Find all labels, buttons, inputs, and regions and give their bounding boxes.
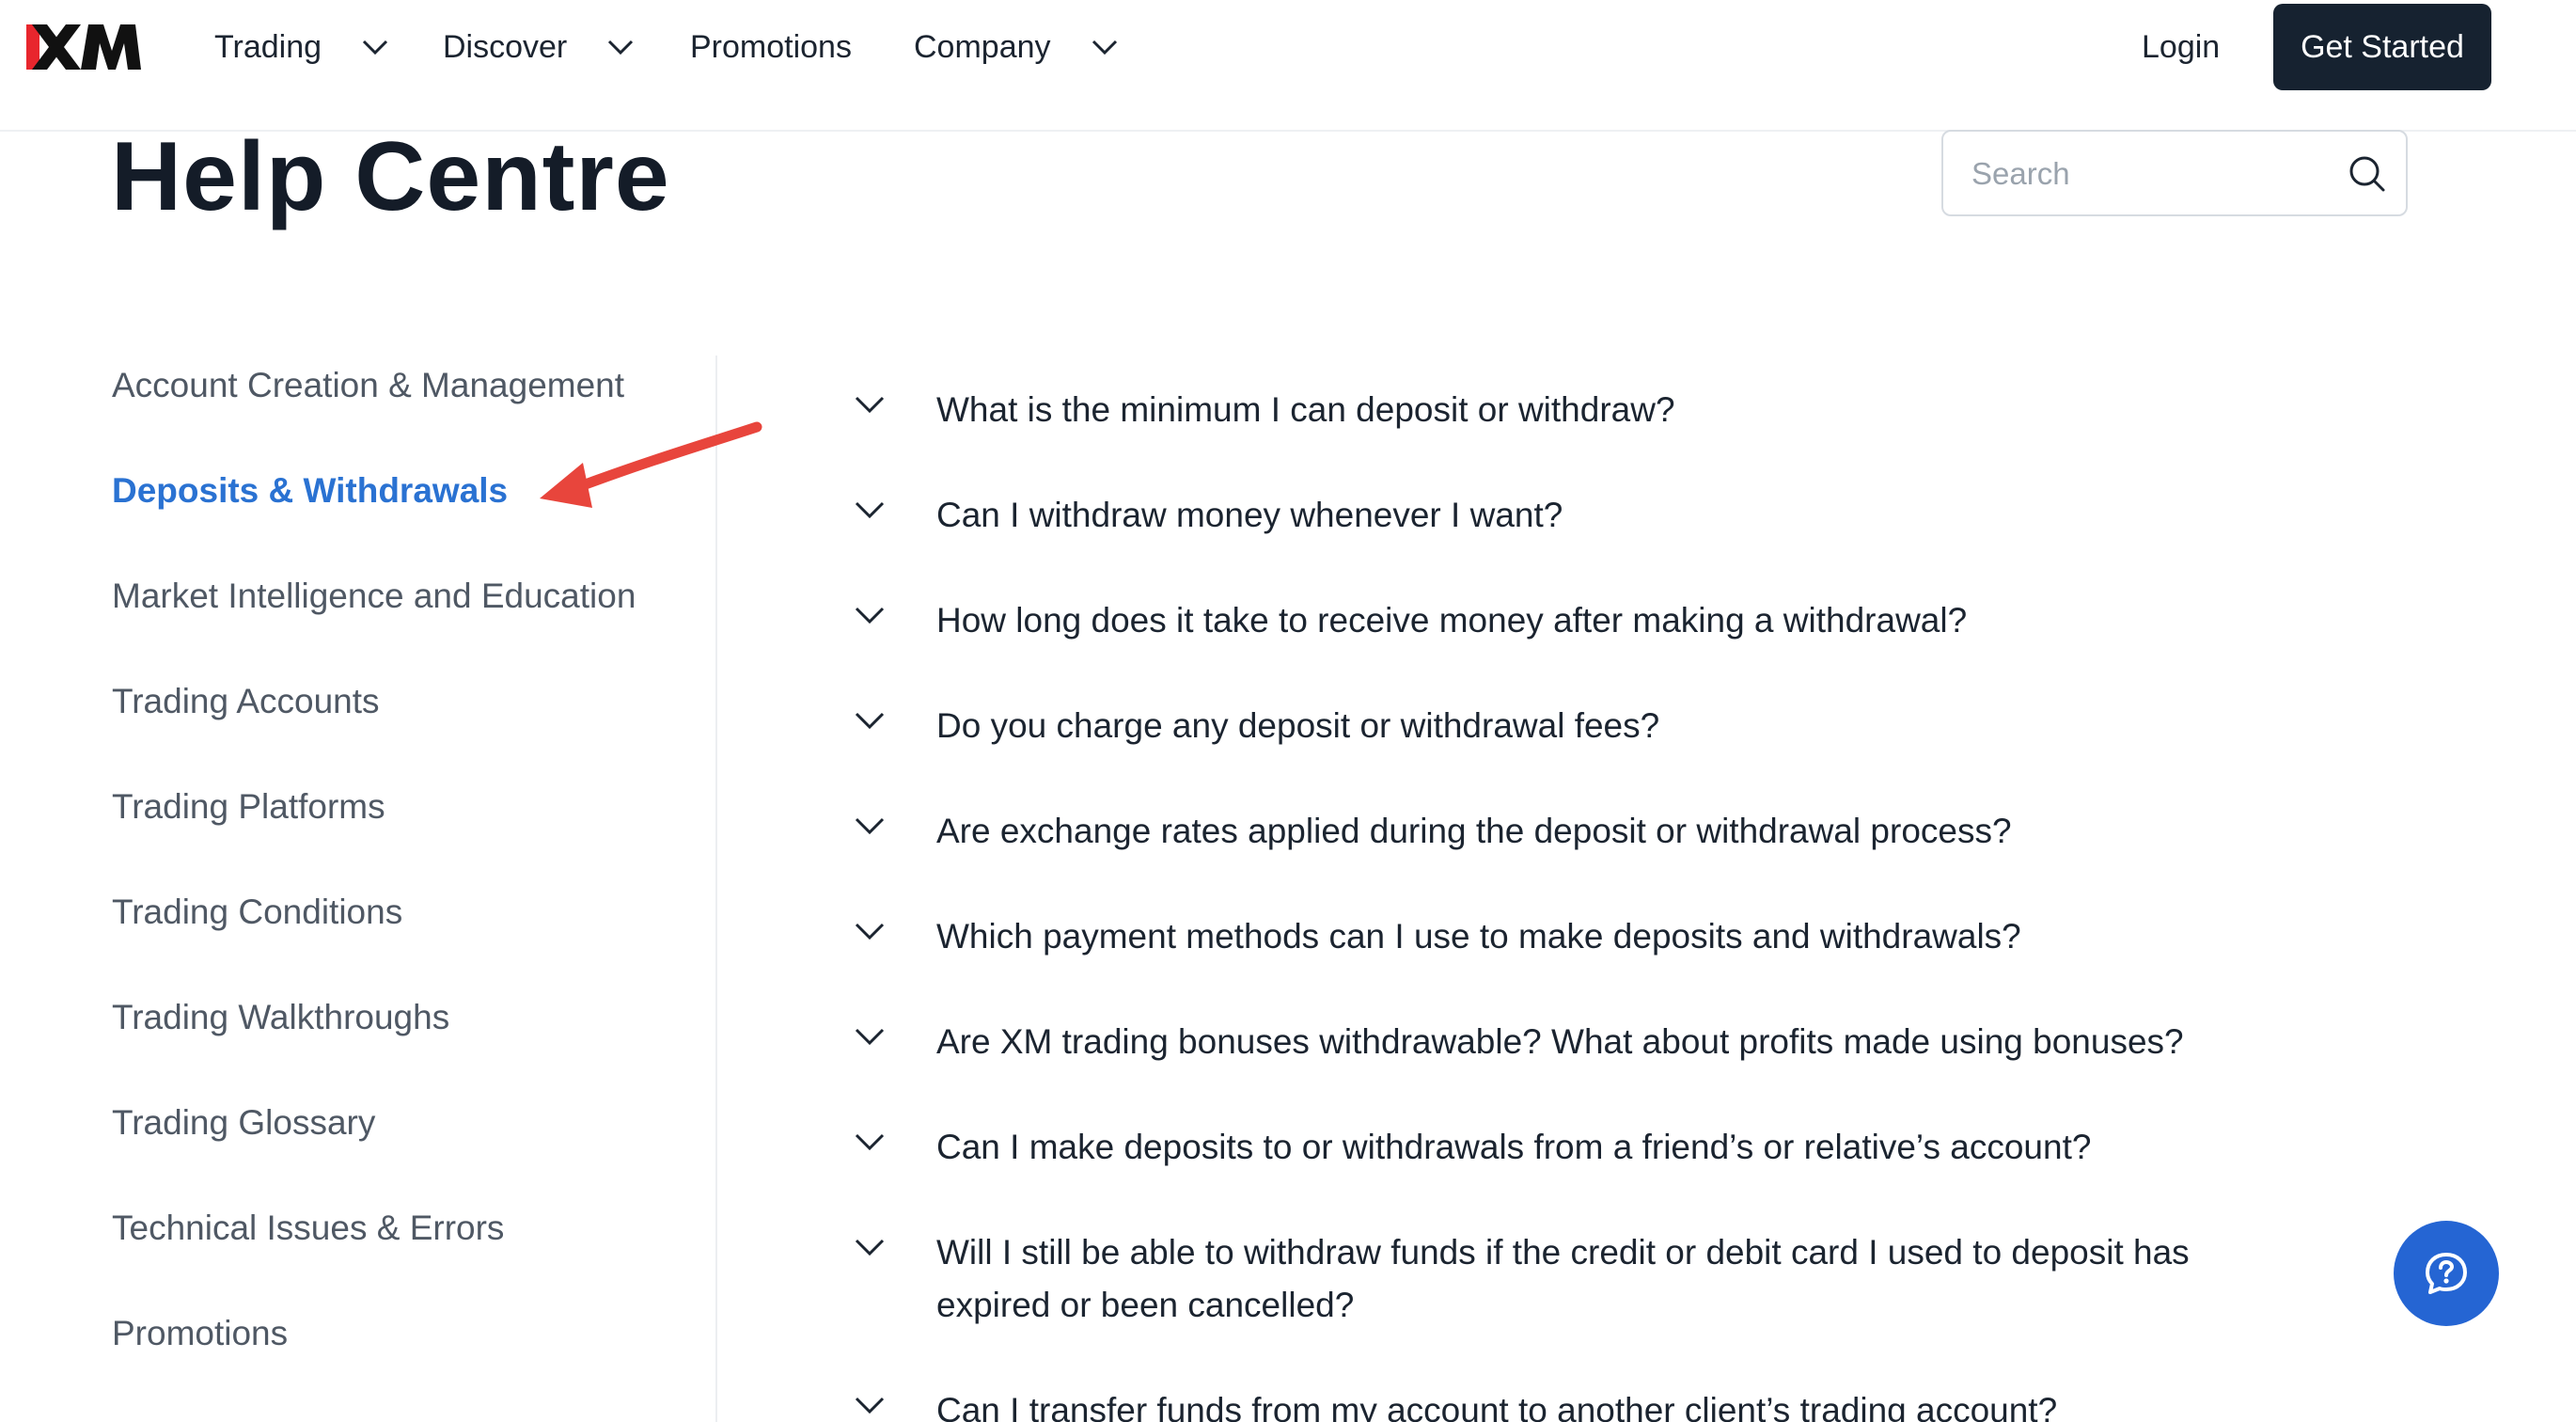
chevron-down-icon bbox=[362, 40, 388, 55]
nav-promotions-label: Promotions bbox=[690, 28, 852, 65]
login-link[interactable]: Login bbox=[2142, 24, 2220, 70]
chevron-down-icon[interactable] bbox=[854, 1027, 886, 1046]
sidebar-item-trading-glossary[interactable]: Trading Glossary bbox=[112, 1097, 375, 1149]
chat-help-button[interactable] bbox=[2394, 1221, 2499, 1326]
chevron-down-icon bbox=[608, 40, 634, 55]
sidebar-item-technical-issues[interactable]: Technical Issues & Errors bbox=[112, 1202, 504, 1255]
chevron-down-icon bbox=[1092, 40, 1117, 55]
faq-item[interactable]: Can I withdraw money whenever I want? bbox=[846, 489, 2313, 542]
nav-company-label: Company bbox=[914, 28, 1051, 65]
chevron-down-icon[interactable] bbox=[854, 1238, 886, 1256]
chevron-down-icon[interactable] bbox=[854, 922, 886, 940]
faq-item[interactable]: Which payment methods can I use to make … bbox=[846, 910, 2313, 963]
faq-question[interactable]: Will I still be able to withdraw funds i… bbox=[936, 1226, 2300, 1332]
faq-question[interactable]: Can I transfer funds from my account to … bbox=[936, 1384, 2300, 1422]
chevron-down-icon[interactable] bbox=[854, 395, 886, 414]
nav-trading[interactable]: Trading bbox=[214, 24, 389, 70]
chat-help-icon bbox=[2426, 1253, 2467, 1294]
faq-question[interactable]: Are exchange rates applied during the de… bbox=[936, 805, 2300, 858]
nav-company[interactable]: Company bbox=[914, 24, 1119, 70]
chevron-down-icon[interactable] bbox=[854, 500, 886, 519]
get-started-button[interactable]: Get Started bbox=[2273, 4, 2491, 90]
xm-logo[interactable] bbox=[26, 23, 141, 71]
nav-trading-label: Trading bbox=[214, 28, 322, 65]
nav-promotions[interactable]: Promotions bbox=[690, 24, 852, 70]
faq-question[interactable]: Can I make deposits to or withdrawals fr… bbox=[936, 1121, 2300, 1174]
chevron-down-icon[interactable] bbox=[854, 711, 886, 730]
sidebar-item-account-creation[interactable]: Account Creation & Management bbox=[112, 359, 624, 412]
chevron-down-icon[interactable] bbox=[854, 606, 886, 624]
nav-discover[interactable]: Discover bbox=[443, 24, 635, 70]
search-input[interactable] bbox=[1970, 147, 2331, 201]
search-icon[interactable] bbox=[2348, 154, 2387, 194]
faq-question[interactable]: Do you charge any deposit or withdrawal … bbox=[936, 700, 2300, 752]
sidebar-item-market-intelligence[interactable]: Market Intelligence and Education bbox=[112, 570, 636, 623]
nav-discover-label: Discover bbox=[443, 28, 568, 65]
sidebar-item-trading-accounts[interactable]: Trading Accounts bbox=[112, 675, 380, 728]
red-arrow-annotation bbox=[540, 421, 762, 508]
chevron-down-icon[interactable] bbox=[854, 1396, 886, 1414]
faq-question[interactable]: How long does it take to receive money a… bbox=[936, 594, 2300, 647]
faq-question[interactable]: Which payment methods can I use to make … bbox=[936, 910, 2300, 963]
faq-item[interactable]: Are XM trading bonuses withdrawable? Wha… bbox=[846, 1016, 2313, 1068]
sidebar-item-promotions[interactable]: Promotions bbox=[112, 1307, 288, 1360]
search-box[interactable] bbox=[1941, 130, 2408, 216]
faq-question[interactable]: Are XM trading bonuses withdrawable? Wha… bbox=[936, 1016, 2300, 1068]
faq-item[interactable]: Can I transfer funds from my account to … bbox=[846, 1384, 2313, 1422]
chevron-down-icon[interactable] bbox=[854, 1132, 886, 1151]
page-title: Help Centre bbox=[111, 122, 670, 231]
sidebar-item-trading-conditions[interactable]: Trading Conditions bbox=[112, 886, 402, 939]
faq-item[interactable]: Can I make deposits to or withdrawals fr… bbox=[846, 1121, 2313, 1174]
faq-question[interactable]: What is the minimum I can deposit or wit… bbox=[936, 384, 2300, 436]
sidebar-item-deposits-withdrawals[interactable]: Deposits & Withdrawals bbox=[112, 465, 508, 517]
faq-item[interactable]: How long does it take to receive money a… bbox=[846, 594, 2313, 647]
faq-item[interactable]: What is the minimum I can deposit or wit… bbox=[846, 384, 2313, 436]
faq-item[interactable]: Will I still be able to withdraw funds i… bbox=[846, 1226, 2313, 1332]
faq-item[interactable]: Are exchange rates applied during the de… bbox=[846, 805, 2313, 858]
chevron-down-icon[interactable] bbox=[854, 816, 886, 835]
faq-item[interactable]: Do you charge any deposit or withdrawal … bbox=[846, 700, 2313, 752]
sidebar-item-trading-walkthroughs[interactable]: Trading Walkthroughs bbox=[112, 991, 449, 1044]
faq-question[interactable]: Can I withdraw money whenever I want? bbox=[936, 489, 2300, 542]
sidebar-item-trading-platforms[interactable]: Trading Platforms bbox=[112, 781, 385, 833]
top-navigation-bar: Trading Discover Promotions Company Logi… bbox=[0, 0, 2576, 132]
